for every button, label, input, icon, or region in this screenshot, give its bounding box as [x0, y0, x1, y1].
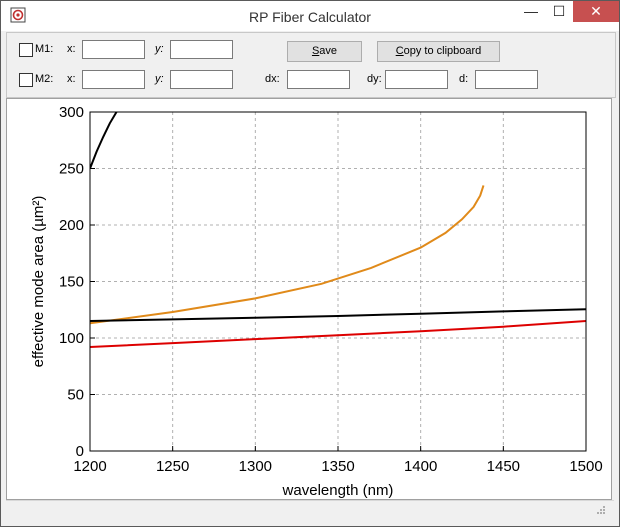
m2-y-field[interactable] — [170, 70, 233, 89]
chart-ticks: 1200 1250 1300 1350 1400 1450 1500 0 50 100 150 200… — [59, 104, 603, 475]
x-axis-label: wavelength (nm) — [282, 482, 394, 499]
chart-grid — [90, 112, 586, 451]
maximize-button[interactable]: ☐ — [545, 1, 573, 23]
save-button[interactable]: Save — [287, 41, 362, 62]
y-tick-label: 200 — [59, 217, 84, 234]
y-axis-label: effective mode area (µm²) — [30, 196, 47, 368]
x-tick-label: 1500 — [569, 458, 602, 475]
app-window: RP Fiber Calculator — ☐ ✕ M1: x: y: Save… — [0, 0, 620, 527]
copy-button-label: opy to clipboard — [403, 45, 482, 57]
x-tick-label: 1200 — [73, 458, 106, 475]
save-button-label: ave — [319, 45, 338, 57]
x-tick-label: 1250 — [156, 458, 189, 475]
plot-area[interactable]: 1200 1250 1300 1350 1400 1450 1500 0 50 100 150 200… — [6, 98, 612, 500]
y-tick-label: 100 — [59, 330, 84, 347]
minimize-button[interactable]: — — [517, 1, 545, 23]
m2-label: M2: — [35, 73, 54, 85]
y-tick-label: 250 — [59, 161, 84, 178]
dx-field[interactable] — [287, 70, 350, 89]
x-tick-label: 1400 — [404, 458, 437, 475]
m1-y-label: y: — [155, 43, 164, 55]
m1-x-label: x: — [67, 43, 76, 55]
x-tick-label: 1450 — [487, 458, 520, 475]
m2-x-label: x: — [67, 73, 76, 85]
mode-area-chart[interactable]: 1200 1250 1300 1350 1400 1450 1500 0 50 100 150 200… — [7, 99, 611, 499]
m1-y-field[interactable] — [170, 40, 233, 59]
m1-x-field[interactable] — [82, 40, 145, 59]
resize-grip-icon[interactable] — [596, 505, 606, 515]
y-tick-label: 300 — [59, 104, 84, 121]
series-line-2 — [90, 185, 485, 325]
dx-label: dx: — [265, 73, 280, 85]
d-label: d: — [459, 73, 469, 85]
title-bar[interactable]: RP Fiber Calculator — ☐ ✕ — [1, 1, 619, 31]
m1-checkbox[interactable] — [19, 43, 33, 57]
y-tick-label: 50 — [67, 387, 84, 404]
marker-toolbar: M1: x: y: Save Copy to clipboard M2: x: … — [6, 32, 616, 98]
m2-checkbox[interactable] — [19, 73, 33, 87]
copy-button-mnemonic: C — [395, 45, 404, 57]
series-line-1 — [90, 112, 118, 169]
d-field[interactable] — [475, 70, 538, 89]
m2-y-label: y: — [155, 73, 164, 85]
x-tick-label: 1350 — [321, 458, 354, 475]
y-tick-label: 0 — [76, 443, 84, 460]
close-button[interactable]: ✕ — [573, 1, 619, 22]
x-tick-label: 1300 — [239, 458, 272, 475]
status-bar — [6, 500, 614, 521]
copy-to-clipboard-button[interactable]: Copy to clipboard — [377, 41, 500, 62]
dy-field[interactable] — [385, 70, 448, 89]
dy-label: dy: — [367, 73, 382, 85]
m1-label: M1: — [35, 43, 54, 55]
m2-x-field[interactable] — [82, 70, 145, 89]
y-tick-label: 150 — [59, 274, 84, 291]
